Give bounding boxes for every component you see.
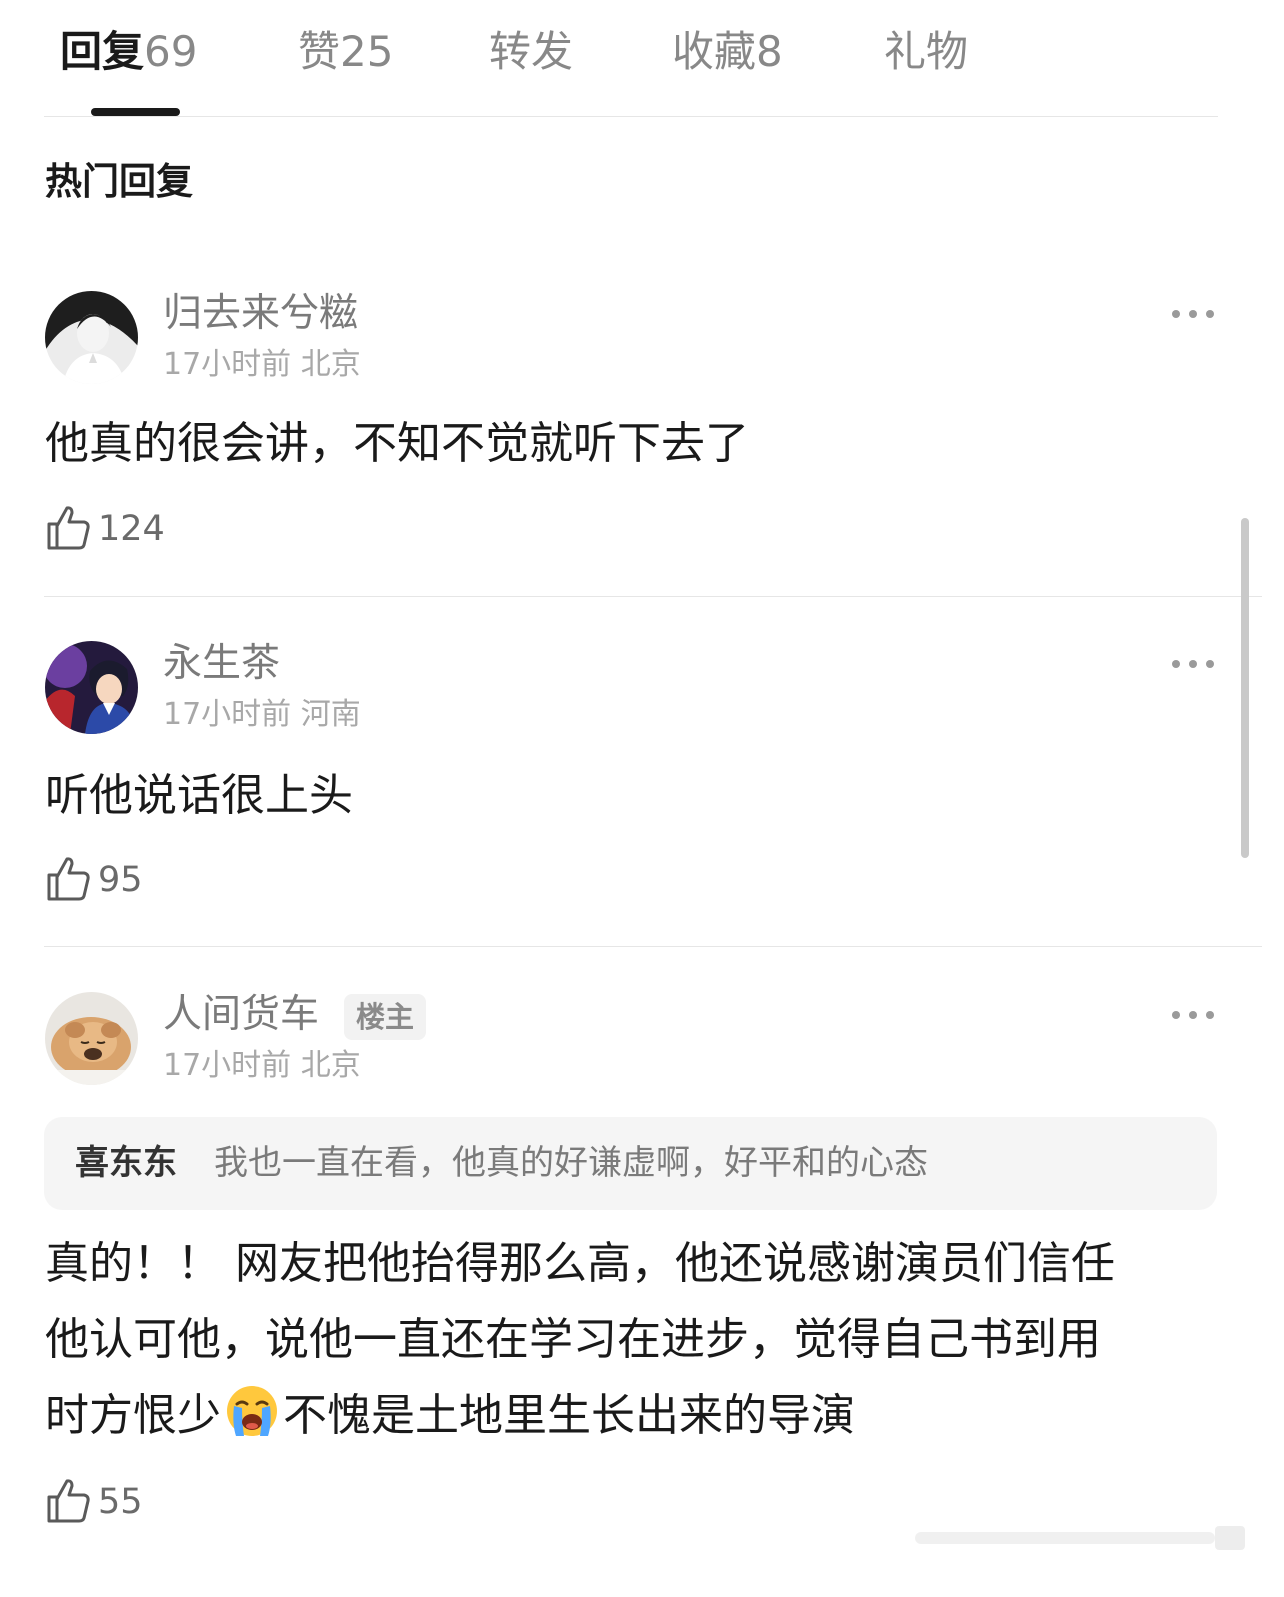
like-count: 95 [98,860,143,900]
quoted-reply[interactable]: 喜东东 我也一直在看，他真的好谦虚啊，好平和的心态 [44,1117,1217,1210]
comment-location: 北京 [300,347,361,382]
avatar-puppy-icon [45,992,138,1085]
comment-time: 17小时前 [163,697,292,732]
like-button[interactable]: 55 [45,1477,165,1527]
tab-gifts-label: 礼物 [884,27,969,76]
op-badge: 楼主 [344,994,427,1040]
user-avatar[interactable] [45,992,138,1085]
hot-replies-title: 热门回复 [45,160,193,203]
comment-location: 河南 [300,697,361,732]
user-avatar[interactable] [45,291,138,384]
watermark-graphic [915,1526,1245,1550]
user-avatar[interactable] [45,641,138,734]
comment-meta: 17小时前 北京 [163,1046,361,1086]
tab-replies[interactable]: 回复69 [60,24,197,80]
thumbs-up-icon [47,1479,90,1523]
quoted-username[interactable]: 喜东东 [75,1139,177,1187]
comment-text-segment: 不愧是土地里生长出来的导演 [283,1390,855,1441]
comment-text: 他真的很会讲，不知不觉就听下去了 [45,418,749,469]
comment-text: 真的！！ 网友把他抬得那么高，他还说感谢演员们信任 他认可他，说他一直还在学习在… [45,1226,1225,1454]
avatar-woman-icon [45,291,138,384]
tab-favorites[interactable]: 收藏8 [672,24,783,80]
avatar-anime-icon [45,641,138,734]
like-button[interactable]: 124 [45,504,175,554]
like-count: 55 [98,1482,143,1522]
comment-location: 北京 [300,1048,361,1083]
comment-divider [44,596,1262,597]
loudly-crying-face-icon [227,1386,277,1436]
username[interactable]: 永生茶 [163,639,280,689]
comment-text-line: 真的！！ 网友把他抬得那么高，他还说感谢演员们信任 [45,1238,1115,1289]
comment-time: 17小时前 [163,1048,292,1083]
active-tab-indicator [91,108,180,116]
tab-gifts[interactable]: 礼物 [884,24,968,80]
tab-favorites-count: 8 [756,27,783,76]
comment-text-line: 时方恨少 不愧是土地里生长出来的导演 [45,1378,1225,1454]
quoted-text: 我也一直在看，他真的好谦虚啊，好平和的心态 [214,1143,928,1183]
scrollbar[interactable] [1241,518,1249,858]
comment-meta: 17小时前 河南 [163,695,361,735]
more-options-button[interactable] [1170,308,1216,320]
thumbs-up-icon [47,857,90,901]
tab-likes[interactable]: 赞25 [298,24,393,80]
comment-meta: 17小时前 北京 [163,345,361,385]
like-button[interactable]: 95 [45,855,165,905]
username[interactable]: 归去来兮糍 [163,289,358,339]
tab-likes-label: 赞 [298,27,341,76]
thumbs-up-icon [47,506,90,550]
tab-likes-count: 25 [340,27,394,76]
tabs-divider [44,116,1218,117]
username[interactable]: 人间货车 [163,990,319,1040]
tab-replies-label: 回复 [60,27,145,76]
tab-replies-count: 69 [144,27,198,76]
more-options-button[interactable] [1170,1009,1216,1021]
more-options-button[interactable] [1170,658,1216,670]
tab-reposts-label: 转发 [489,27,574,76]
comment-text-segment: 时方恨少 [45,1390,221,1441]
comment-text-line: 他认可他，说他一直还在学习在进步，觉得自己书到用 [45,1314,1101,1365]
reply-tabs: 回复69 赞25 转发 收藏8 礼物 [0,0,1284,117]
comment-time: 17小时前 [163,347,292,382]
tab-reposts[interactable]: 转发 [489,24,573,80]
tab-favorites-label: 收藏 [672,27,757,76]
like-count: 124 [98,509,165,549]
comment-divider [44,946,1262,947]
comment-text: 听他说话很上头 [45,770,353,821]
